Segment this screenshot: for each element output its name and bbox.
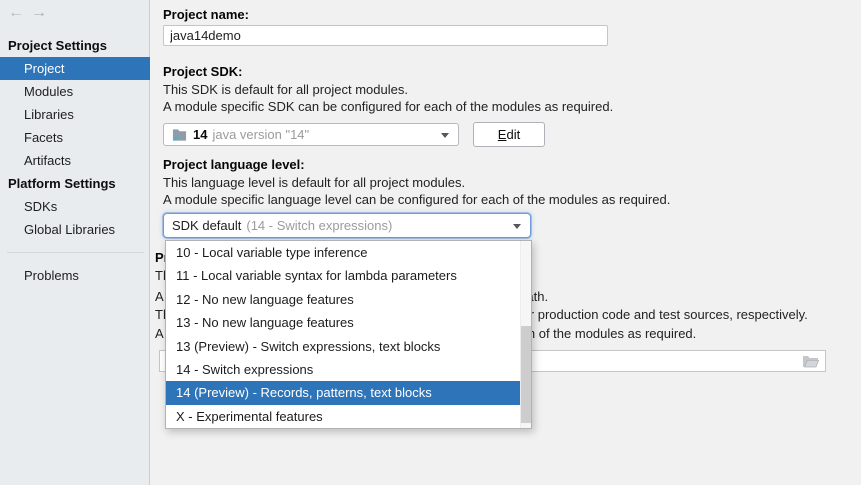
project-name-label: Project name: — [163, 7, 249, 23]
project-sdk-desc-1: This SDK is default for all project modu… — [163, 82, 408, 98]
sidebar-item-artifacts[interactable]: Artifacts — [0, 149, 150, 172]
dropdown-scrollbar-thumb[interactable] — [521, 326, 531, 423]
language-level-desc-1: This language level is default for all p… — [163, 175, 465, 191]
sidebar-item-global-libraries[interactable]: Global Libraries — [0, 218, 150, 241]
sdk-combo-detail: java version "14" — [212, 127, 309, 142]
language-level-option-13-preview[interactable]: 13 (Preview) - Switch expressions, text … — [166, 335, 531, 358]
language-level-desc-2: A module specific language level can be … — [163, 192, 670, 208]
sdk-combo-value: 14 — [193, 127, 207, 142]
language-level-option-13[interactable]: 13 - No new language features — [166, 311, 531, 334]
project-sdk-combobox[interactable]: 14 java version "14" — [163, 123, 459, 146]
sidebar-item-modules[interactable]: Modules — [0, 80, 150, 103]
language-combo-detail: (14 - Switch expressions) — [246, 218, 392, 233]
back-arrow-icon: ← — [8, 4, 24, 21]
forward-arrow-icon: → — [31, 4, 47, 21]
dropdown-scrollbar-track[interactable] — [520, 241, 531, 428]
language-combo-value: SDK default — [172, 218, 241, 233]
language-level-option-11[interactable]: 11 - Local variable syntax for lambda pa… — [166, 264, 531, 287]
chevron-down-icon — [441, 133, 449, 138]
jdk-icon — [172, 127, 187, 142]
language-level-option-14[interactable]: 14 - Switch expressions — [166, 358, 531, 381]
sidebar-item-facets[interactable]: Facets — [0, 126, 150, 149]
language-level-option-10[interactable]: 10 - Local variable type inference — [166, 241, 531, 264]
language-level-combobox[interactable]: SDK default (14 - Switch expressions) — [163, 213, 531, 238]
project-structure-dialog: ← → Project Settings Project Modules Lib… — [0, 0, 861, 485]
browse-folder-icon[interactable] — [803, 355, 819, 368]
project-name-input[interactable] — [163, 25, 608, 46]
sidebar-divider — [7, 252, 144, 253]
project-sdk-label: Project SDK: — [163, 64, 242, 80]
project-sdk-desc-2: A module specific SDK can be configured … — [163, 99, 613, 115]
language-level-dropdown-list: 10 - Local variable type inference 11 - … — [165, 240, 532, 429]
language-level-label: Project language level: — [163, 157, 305, 173]
chevron-down-icon — [513, 224, 521, 229]
back-button[interactable]: ← — [6, 3, 26, 23]
sidebar: ← → Project Settings Project Modules Lib… — [0, 0, 150, 485]
sidebar-item-libraries[interactable]: Libraries — [0, 103, 150, 126]
language-level-option-x[interactable]: X - Experimental features — [166, 405, 531, 428]
edit-sdk-button[interactable]: Edit — [473, 122, 545, 147]
language-level-option-12[interactable]: 12 - No new language features — [166, 288, 531, 311]
sidebar-item-problems[interactable]: Problems — [0, 264, 150, 287]
sidebar-item-sdks[interactable]: SDKs — [0, 195, 150, 218]
section-header-project-settings: Project Settings — [8, 37, 107, 55]
language-level-option-14-preview[interactable]: 14 (Preview) - Records, patterns, text b… — [166, 381, 531, 404]
sidebar-item-project[interactable]: Project — [0, 57, 150, 80]
section-header-platform-settings: Platform Settings — [8, 175, 116, 193]
forward-button[interactable]: → — [29, 3, 49, 23]
